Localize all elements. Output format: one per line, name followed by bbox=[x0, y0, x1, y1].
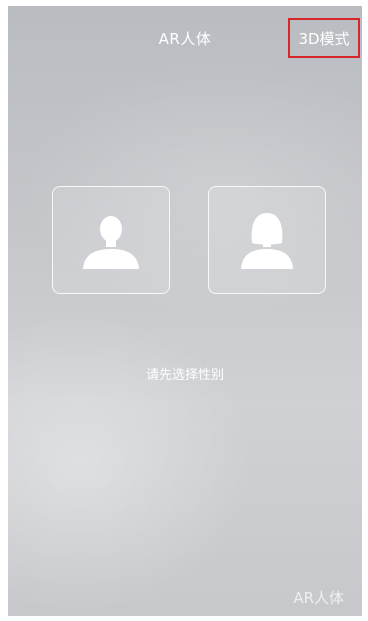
3d-mode-label: 3D模式 bbox=[298, 29, 350, 48]
3d-mode-button[interactable]: 3D模式 bbox=[288, 18, 360, 58]
app-watermark: AR人体 bbox=[293, 589, 344, 607]
gender-prompt-text: 请先选择性别 bbox=[145, 368, 224, 383]
male-avatar-icon bbox=[83, 216, 139, 269]
male-option-button[interactable] bbox=[52, 186, 170, 294]
female-option-button[interactable] bbox=[208, 186, 326, 294]
app-screen: AR人体 3D模式 请先选择性别 AR人体 bbox=[8, 6, 362, 616]
female-avatar-icon bbox=[241, 213, 293, 269]
